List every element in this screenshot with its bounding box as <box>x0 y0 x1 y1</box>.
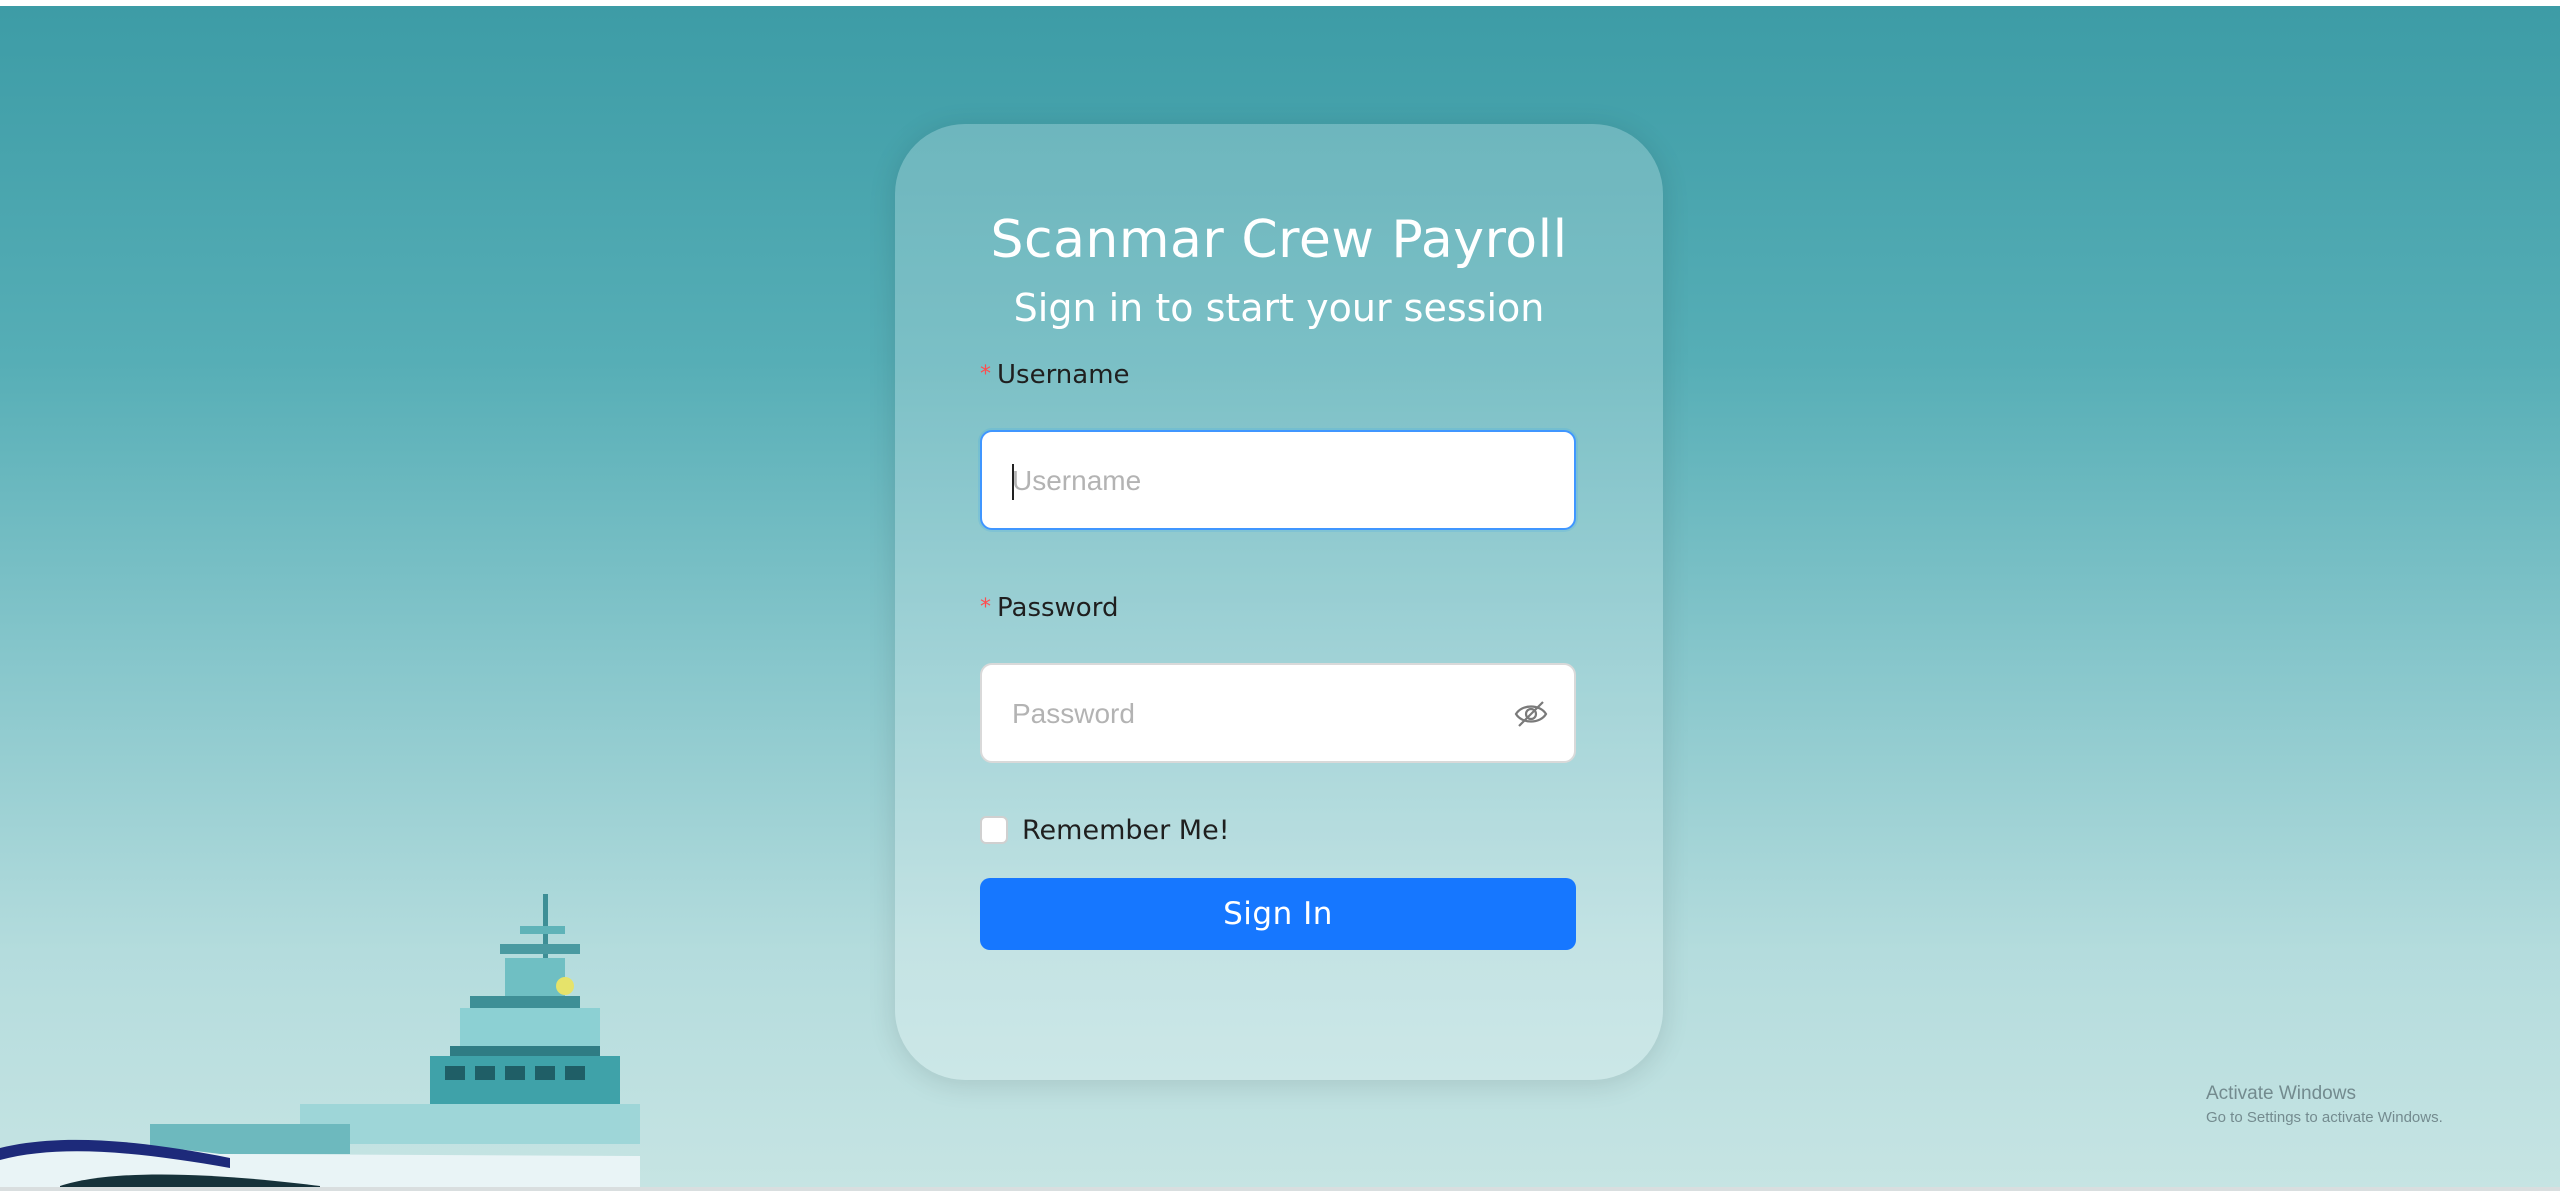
password-field[interactable] <box>980 663 1576 763</box>
username-label-text: Username <box>997 360 1130 390</box>
required-mark: * <box>980 362 991 387</box>
page-subtitle: Sign in to start your session <box>1013 286 1545 330</box>
remember-me-toggle[interactable]: Remember Me! <box>980 814 1230 846</box>
activate-windows-title: Activate Windows <box>2206 1083 2356 1104</box>
remember-me-label: Remember Me! <box>1022 814 1230 846</box>
password-label-text: Password <box>997 593 1119 623</box>
username-input[interactable] <box>1010 432 1534 530</box>
remember-me-checkbox[interactable] <box>980 816 1008 844</box>
eye-invisible-icon[interactable] <box>1514 699 1548 729</box>
username-field[interactable] <box>980 430 1576 530</box>
login-card: Scanmar Crew Payroll Sign in to start yo… <box>895 124 1663 1080</box>
page-title: Scanmar Crew Payroll <box>990 210 1568 270</box>
sign-in-button[interactable]: Sign In <box>980 878 1576 950</box>
text-caret <box>1012 464 1014 500</box>
required-mark: * <box>980 595 991 620</box>
password-input[interactable] <box>1010 665 1534 763</box>
bottom-divider <box>0 1187 2560 1191</box>
activate-windows-subtitle: Go to Settings to activate Windows. <box>2206 1109 2443 1126</box>
ship-illustration <box>0 894 640 1189</box>
password-label: * Password <box>980 593 1118 623</box>
username-label: * Username <box>980 360 1130 390</box>
login-page-background: Scanmar Crew Payroll Sign in to start yo… <box>0 6 2560 1189</box>
